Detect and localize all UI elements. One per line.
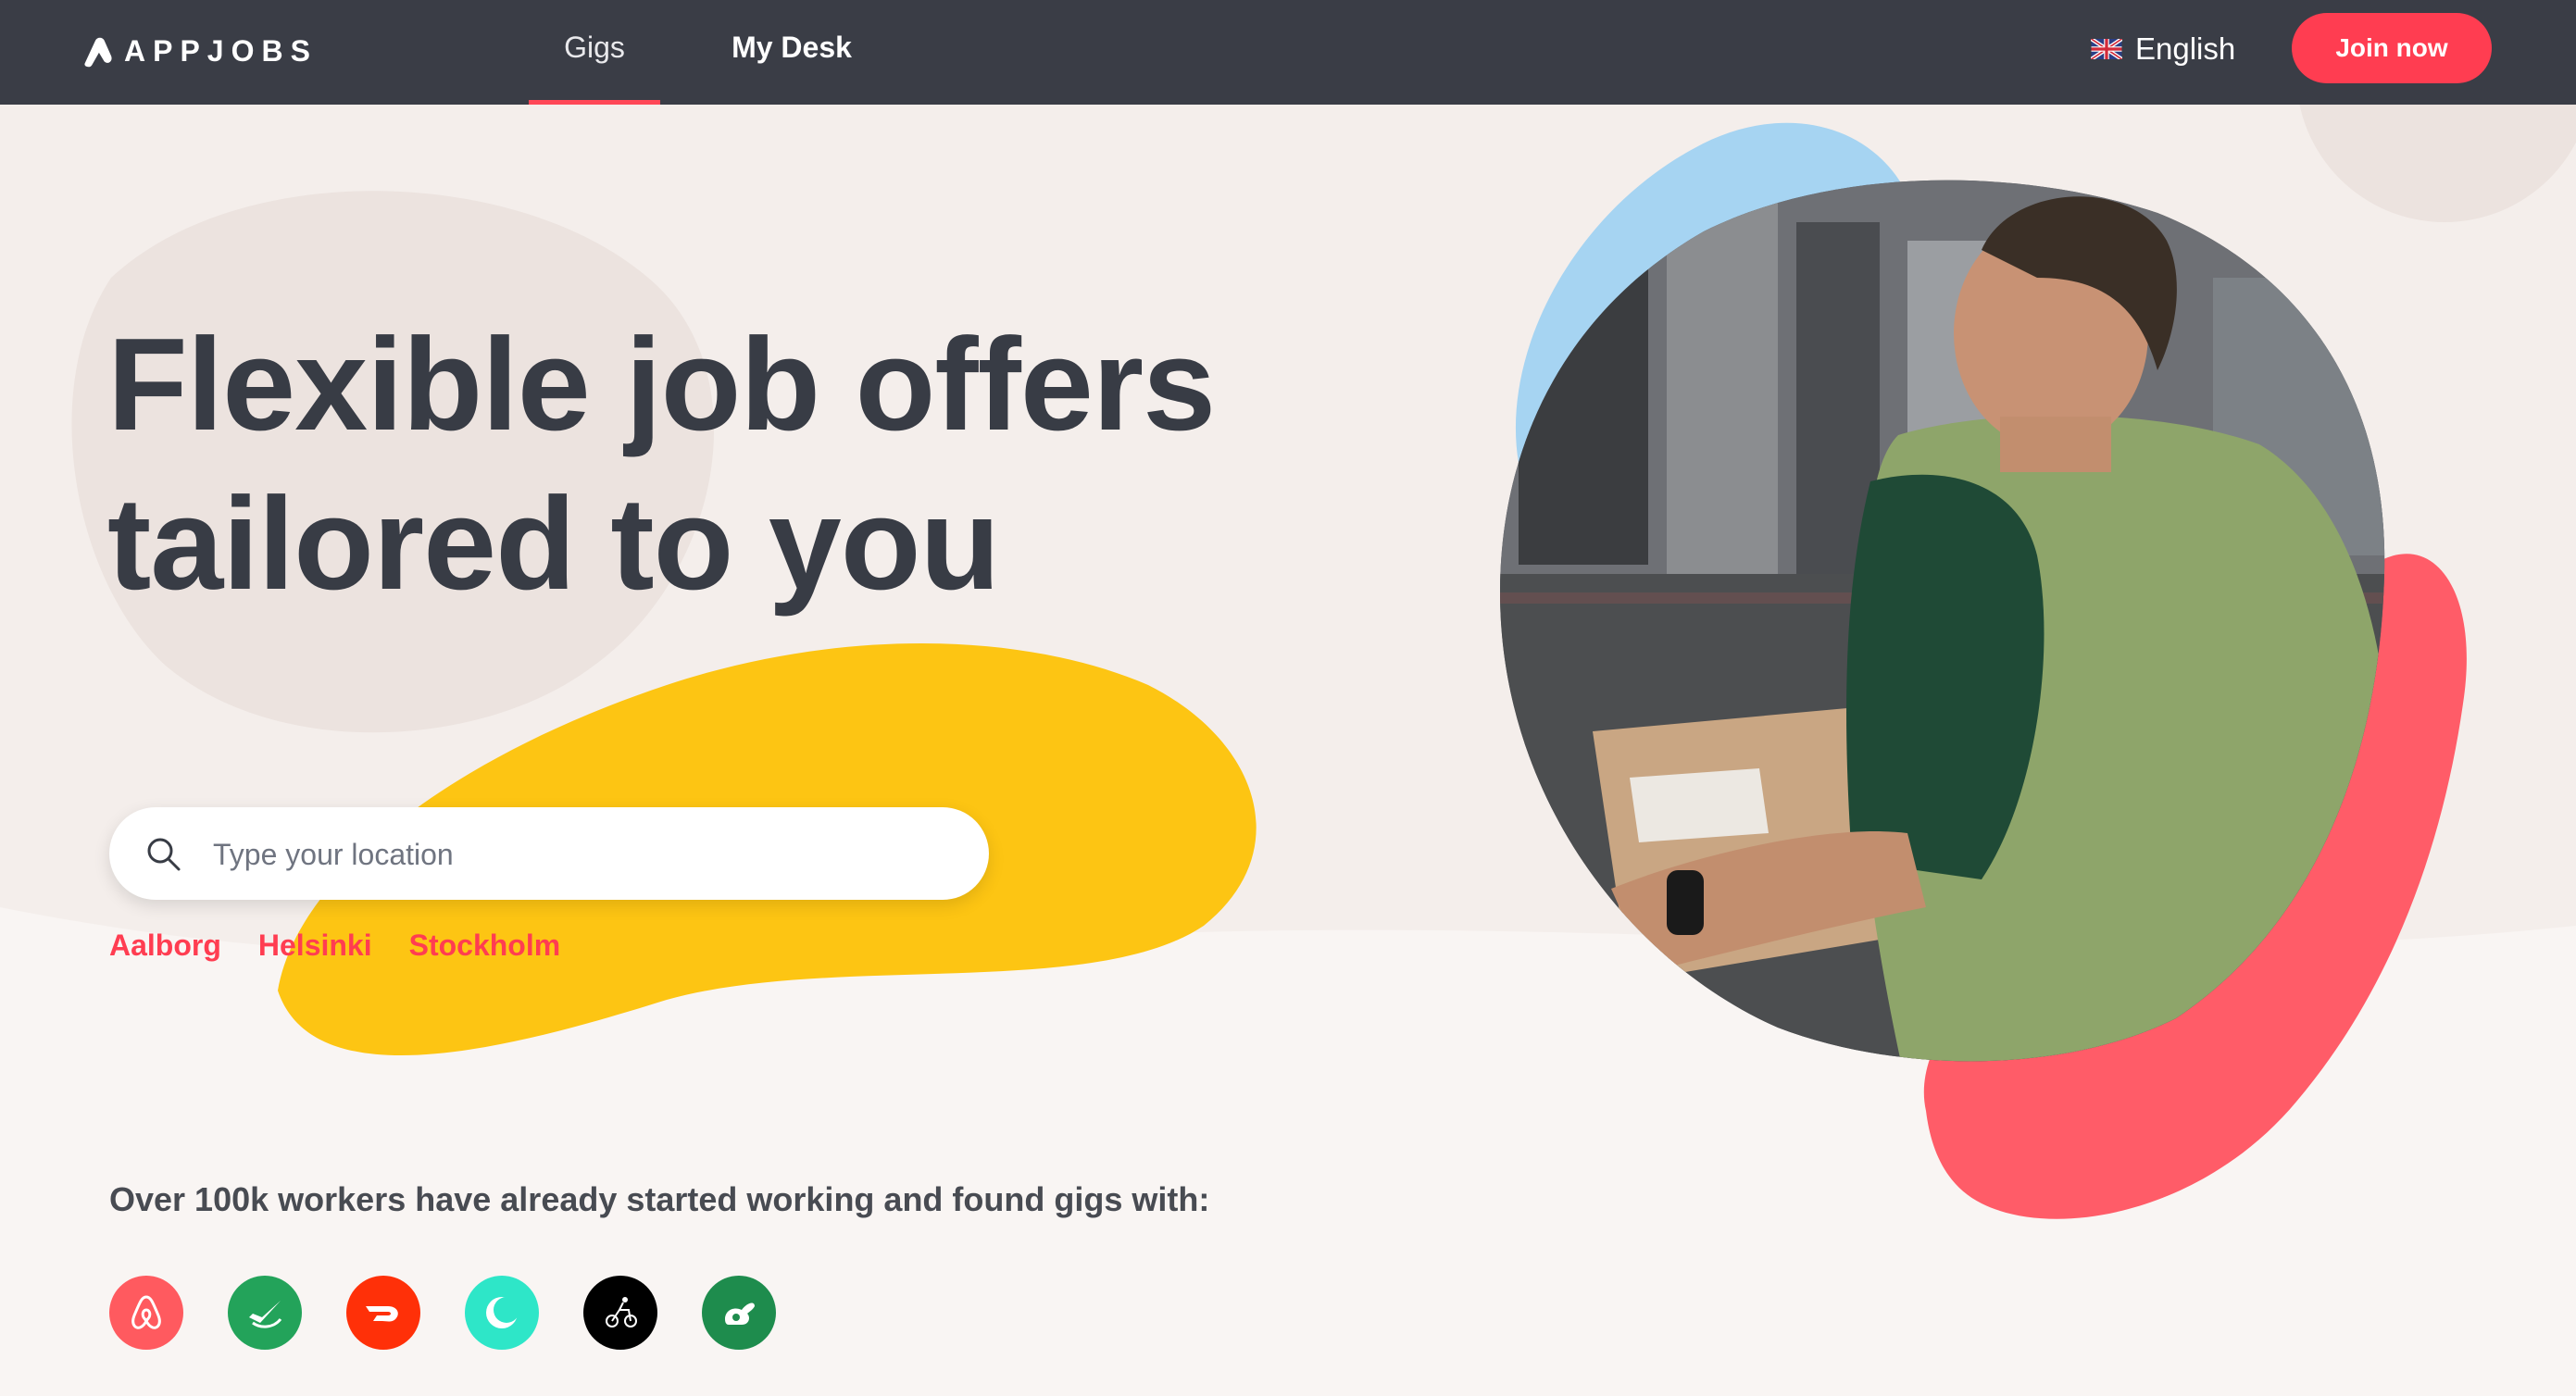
city-links: Aalborg Helsinki Stockholm bbox=[109, 929, 560, 963]
appjobs-logo-icon bbox=[84, 37, 112, 68]
crescent-icon[interactable] bbox=[465, 1276, 539, 1350]
location-search-input[interactable] bbox=[211, 826, 937, 883]
nav-gigs-tab[interactable]: Gigs bbox=[529, 0, 660, 105]
logo-text: APPJOBS bbox=[124, 33, 318, 68]
check-plane-icon[interactable] bbox=[228, 1276, 302, 1350]
hero-title-line-1: Flexible job offers bbox=[107, 311, 1216, 458]
language-label: English bbox=[2135, 31, 2236, 66]
postmates-icon[interactable] bbox=[583, 1276, 657, 1350]
doordash-icon[interactable] bbox=[346, 1276, 420, 1350]
city-link-stockholm[interactable]: Stockholm bbox=[409, 929, 561, 963]
city-link-aalborg[interactable]: Aalborg bbox=[109, 929, 221, 963]
top-navbar: APPJOBS Gigs My Desk English Join now bbox=[0, 0, 2576, 105]
search-icon bbox=[147, 838, 181, 871]
hero-title-line-2: tailored to you bbox=[107, 470, 1000, 617]
language-selector[interactable]: English bbox=[2091, 28, 2235, 70]
hero-title: Flexible job offers tailored to you bbox=[107, 305, 1311, 624]
nav-my-desk-tab[interactable]: My Desk bbox=[713, 0, 870, 105]
location-search-box bbox=[109, 807, 989, 900]
partner-logos bbox=[109, 1276, 776, 1350]
appjobs-logo[interactable]: APPJOBS bbox=[80, 28, 318, 74]
join-now-button[interactable]: Join now bbox=[2292, 13, 2492, 83]
airbnb-icon[interactable] bbox=[109, 1276, 183, 1350]
workers-tagline: Over 100k workers have already started w… bbox=[109, 1180, 1210, 1218]
city-link-helsinki[interactable]: Helsinki bbox=[258, 929, 372, 963]
uk-flag-icon bbox=[2091, 39, 2122, 59]
taskrabbit-icon[interactable] bbox=[702, 1276, 776, 1350]
